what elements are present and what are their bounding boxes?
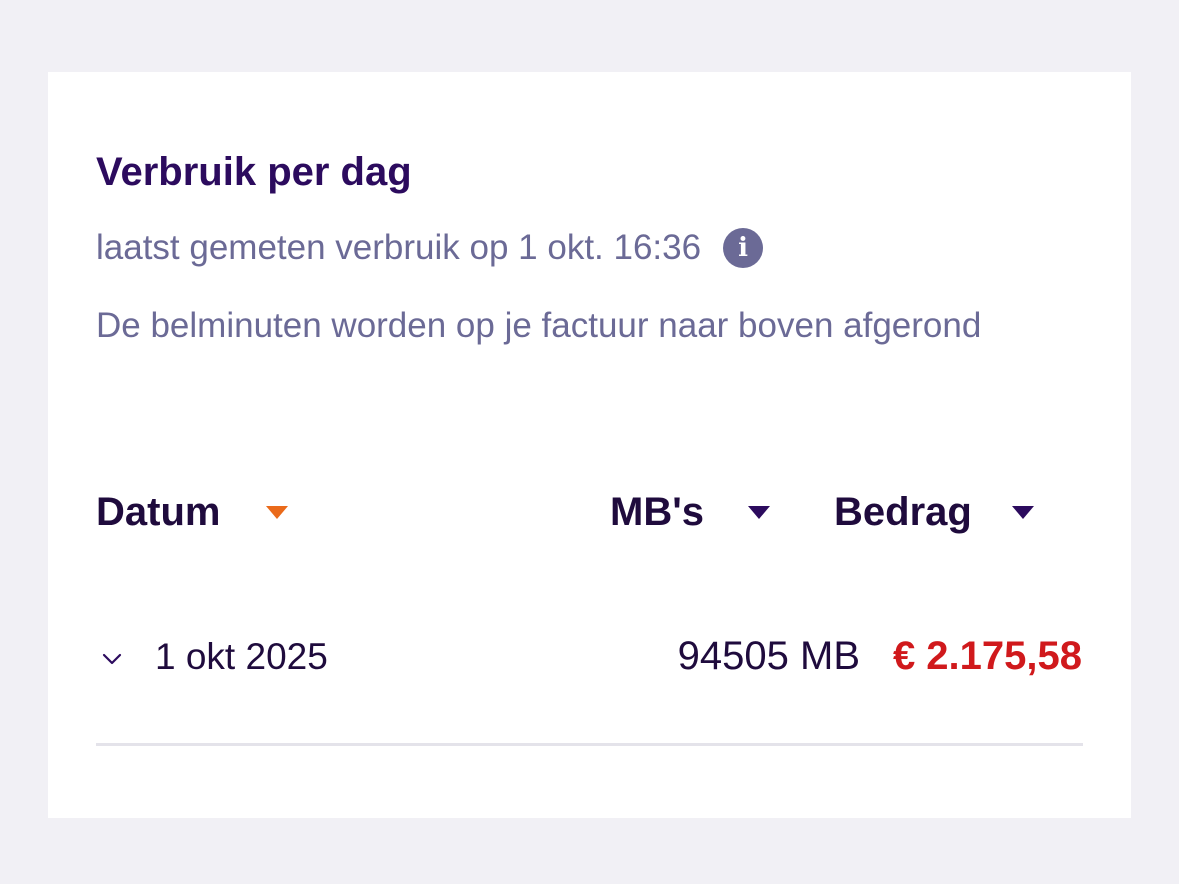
sort-triangle-down-icon (747, 506, 770, 519)
row-mb-value: 94505 MB (677, 634, 860, 678)
usage-card: Verbruik per dag laatst gemeten verbruik… (48, 72, 1131, 818)
rounding-note: De belminuten worden op je factuur naar … (96, 306, 982, 345)
row-divider (96, 743, 1083, 746)
last-measured-line: laatst gemeten verbruik op 1 okt. 16:36 … (96, 228, 764, 268)
table-row[interactable]: 1 okt 2025 94505 MB € 2.175,58 (96, 632, 1082, 688)
sort-triangle-down-icon (266, 506, 289, 519)
column-label-datum: Datum (96, 490, 221, 534)
chevron-down-icon[interactable] (102, 652, 122, 666)
card-title: Verbruik per dag (96, 150, 412, 194)
sort-header-bedrag[interactable]: Bedrag (834, 490, 1034, 535)
sort-header-datum[interactable]: Datum (96, 490, 289, 535)
info-icon[interactable]: i (723, 228, 764, 268)
row-amount: € 2.175,58 (892, 634, 1082, 678)
column-label-bedrag: Bedrag (834, 490, 972, 534)
sort-header-mb[interactable]: MB's (610, 490, 770, 535)
last-measured-text: laatst gemeten verbruik op 1 okt. 16:36 (96, 228, 702, 267)
sort-triangle-down-icon (1011, 506, 1034, 519)
column-label-mb: MB's (610, 490, 704, 534)
row-date: 1 okt 2025 (155, 636, 328, 677)
